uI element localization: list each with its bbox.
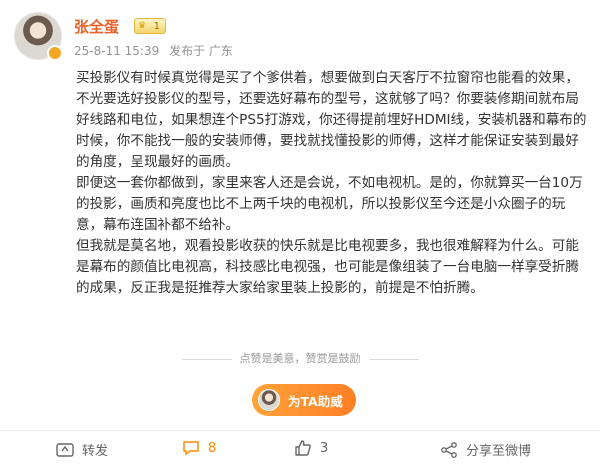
verified-badge-icon: [47, 45, 63, 61]
like-button[interactable]: 3: [294, 440, 328, 456]
repost-button[interactable]: 转发: [56, 440, 108, 459]
tip-divider-text: 点赞是美意，赞赏是鼓励: [239, 352, 361, 365]
post-paragraph: 但我就是莫名地，观看投影收获的快乐就是比电视要多，我也很难解释为什么。可能是幕布…: [76, 238, 579, 296]
divider-line: [181, 358, 232, 360]
divider-line: [368, 358, 419, 360]
level-badge[interactable]: ♛ 1: [134, 18, 166, 34]
share-label: 分享至微博: [466, 444, 532, 459]
post-header: 张全蛋 ♛ 1 25-8-11 15:39 发布于 广东: [14, 12, 584, 62]
repost-label: 转发: [82, 444, 109, 459]
tip-divider: 点赞是美意，赞赏是鼓励: [0, 350, 600, 366]
comment-count: 8: [208, 440, 217, 456]
post-meta: 25-8-11 15:39 发布于 广东: [74, 42, 233, 59]
post-content: 买投影仪有时候真觉得是买了个爹供着，想要做到白天客厅不拉窗帘也能看的效果，不光要…: [76, 68, 588, 299]
share-icon: [441, 441, 457, 458]
post-source: 发布于 广东: [169, 44, 233, 58]
action-bar: 转发 8 3 分享至微博: [0, 430, 600, 466]
like-count: 3: [320, 440, 329, 456]
repost-icon: [56, 442, 74, 457]
post-paragraph: 买投影仪有时候真觉得是买了个爹供着，想要做到白天客厅不拉窗帘也能看的效果，不光要…: [76, 70, 587, 170]
post-date[interactable]: 25-8-11 15:39: [74, 44, 159, 58]
share-button[interactable]: 分享至微博: [440, 440, 531, 459]
tip-button[interactable]: 为TA助威: [252, 384, 356, 416]
author-name[interactable]: 张全蛋: [74, 16, 119, 37]
thumb-up-icon: [295, 440, 311, 456]
author-avatar[interactable]: [14, 12, 63, 61]
comment-button[interactable]: 8: [182, 440, 216, 456]
level-number: 1: [153, 20, 160, 32]
crown-icon: ♛: [138, 21, 147, 31]
tip-button-label: 为TA助威: [288, 393, 343, 409]
tip-avatar: [258, 389, 280, 411]
comment-icon: [183, 441, 199, 455]
post-paragraph: 即便这一套你都做到，家里来客人还是会说，不如电视机。是的，你就算买一台10万的投…: [76, 175, 583, 233]
